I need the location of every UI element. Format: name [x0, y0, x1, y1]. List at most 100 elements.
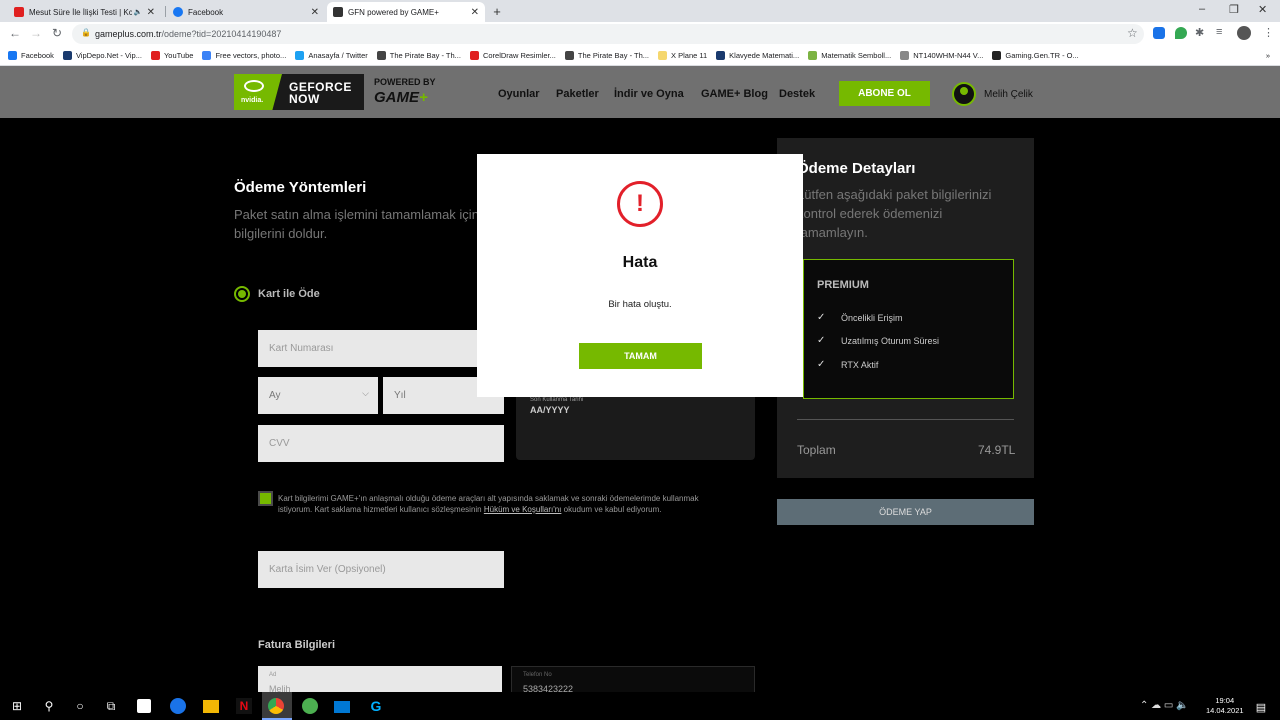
bookmark-item[interactable]: VipDepo.Net - Vip... [62, 51, 142, 60]
audio-icon[interactable]: 🔈 [134, 8, 143, 16]
cvv-input[interactable]: CVV [258, 425, 504, 462]
shield-extension-icon[interactable] [1175, 27, 1187, 39]
powered-by-text: POWERED BY [374, 77, 436, 87]
bookmark-item[interactable]: Gaming.Gen.TR - O... [992, 51, 1079, 60]
logo-now-text: NOW [289, 92, 320, 106]
file-explorer-icon[interactable] [203, 700, 219, 713]
bookmark-favicon-icon [716, 51, 726, 60]
bookmark-item[interactable]: Facebook [8, 51, 54, 60]
terms-link[interactable]: Hüküm ve Koşulları'nı [484, 505, 562, 514]
pay-button[interactable]: ÖDEME YAP [777, 499, 1034, 525]
card-name-input[interactable]: Karta İsim Ver (Opsiyonel) [258, 551, 504, 588]
edge-icon[interactable] [170, 698, 186, 714]
card-number-input[interactable]: Kart Numarası [258, 330, 504, 367]
menu-icon[interactable]: ⋮ [1263, 26, 1274, 39]
total-value: 74.9TL [978, 443, 1016, 457]
subscribe-button[interactable]: ABONE OL [839, 81, 930, 106]
payment-details-title: Ödeme Detayları [797, 160, 916, 177]
cvv-placeholder: CVV [269, 438, 290, 449]
month-placeholder: Ay [269, 390, 281, 401]
restore-button[interactable]: ❐ [1229, 3, 1239, 16]
logitech-icon[interactable]: G [367, 697, 385, 715]
forward-icon[interactable]: → [30, 26, 42, 40]
app-icon[interactable] [302, 698, 318, 714]
close-tab-icon[interactable]: ✕ [147, 7, 155, 18]
bookmarks-bar: Facebook VipDepo.Net - Vip... YouTube Free … [0, 46, 1280, 66]
bookmark-label: Gaming.Gen.TR - O... [1005, 51, 1079, 60]
close-tab-icon[interactable]: ✕ [471, 7, 479, 18]
bookmark-item[interactable]: X Plane 11 [658, 51, 707, 60]
bookmark-item[interactable]: Anasayfa / Twitter [295, 51, 368, 60]
reload-icon[interactable]: ↻ [52, 26, 62, 40]
system-tray[interactable]: ⌃ ☁ ▭ 🔈 [1140, 700, 1189, 711]
save-card-consent-text: Kart bilgilerimi GAME+'ın anlaşmalı oldu… [278, 493, 733, 515]
nvidia-eye-icon [244, 80, 264, 92]
bookmark-favicon-icon [469, 51, 479, 60]
close-window-button[interactable]: ✕ [1258, 3, 1267, 16]
cortana-icon[interactable]: ○ [71, 697, 89, 715]
bookmark-item[interactable]: YouTube [150, 51, 193, 60]
profile-avatar-icon[interactable] [1237, 26, 1251, 40]
bookmark-favicon-icon [150, 51, 160, 60]
bookmark-item[interactable]: The Pirate Bay - Th... [376, 51, 461, 60]
bookmark-favicon-icon [376, 51, 386, 60]
mail-icon[interactable] [334, 701, 350, 713]
ok-button[interactable]: TAMAM [579, 343, 702, 369]
search-icon[interactable]: ⚲ [40, 697, 58, 715]
browser-tab-1[interactable]: Mesut Süre İle İlişki Testi | Kc 🔈 ✕ [8, 2, 161, 22]
bookmark-item[interactable]: NT140WHM-N44 V... [900, 51, 983, 60]
card-payment-radio[interactable] [234, 286, 250, 302]
url-text[interactable]: gameplus.com.tr/odeme?tid=20210414190487 [95, 29, 281, 39]
bookmark-item[interactable]: CorelDraw Resimler... [469, 51, 556, 60]
youtube-icon [14, 7, 24, 17]
notifications-icon[interactable]: ▤ [1252, 698, 1270, 716]
close-tab-icon[interactable]: ✕ [311, 7, 319, 18]
game-text: GAME [374, 89, 419, 106]
expiry-value: AA/YYYY [530, 405, 570, 415]
chrome-icon[interactable] [268, 698, 284, 714]
username[interactable]: Melih Çelik [984, 89, 1033, 100]
more-bookmarks-icon[interactable]: » [1266, 51, 1270, 60]
nvidia-text: nvidia. [241, 97, 264, 104]
taskbar-clock[interactable]: 19:04 14.04.2021 [1206, 696, 1244, 716]
browser-tab-2[interactable]: Facebook ✕ [167, 2, 325, 22]
netflix-icon[interactable]: N [236, 698, 252, 714]
new-tab-button[interactable]: + [489, 4, 505, 20]
bookmark-item[interactable]: Matematik Semboll... [808, 51, 891, 60]
task-view-icon[interactable]: ⧉ [102, 697, 120, 715]
clock-date: 14.04.2021 [1206, 706, 1244, 715]
chevron-down-icon: ⌵ [362, 388, 369, 398]
divider [797, 419, 1014, 420]
nav-blog[interactable]: GAME+ Blog [701, 88, 768, 100]
reading-list-icon[interactable]: ≡ [1216, 26, 1222, 38]
game-plus-logo[interactable]: GAME+ [374, 89, 428, 106]
star-icon[interactable]: ☆ [1127, 26, 1138, 40]
month-select[interactable]: Ay ⌵ [258, 377, 378, 414]
nav-oyunlar[interactable]: Oyunlar [498, 88, 540, 100]
extension-icon[interactable] [1153, 27, 1165, 39]
minimize-button[interactable]: – [1199, 3, 1205, 15]
bookmark-item[interactable]: Klavyede Matemati... [716, 51, 799, 60]
browser-tab-3-active[interactable]: GFN powered by GAME+ ✕ [327, 2, 485, 22]
windows-taskbar [0, 692, 1280, 720]
bookmark-favicon-icon [900, 51, 910, 60]
save-card-checkbox[interactable] [258, 491, 273, 506]
back-icon[interactable]: ← [9, 26, 21, 40]
feature-label: Uzatılmış Oturum Süresi [841, 335, 940, 346]
bookmark-label: Free vectors, photo... [215, 51, 287, 60]
nav-paketler[interactable]: Paketler [556, 88, 599, 100]
bookmark-label: NT140WHM-N44 V... [913, 51, 984, 60]
start-icon[interactable]: ⊞ [8, 697, 26, 715]
nav-indir-ve-oyna[interactable]: İndir ve Oyna [614, 88, 684, 100]
bookmark-item[interactable]: Free vectors, photo... [202, 51, 286, 60]
puzzle-icon[interactable]: ✱ [1195, 26, 1204, 39]
bookmark-favicon-icon [658, 51, 668, 60]
feature-label: Öncelikli Erişim [841, 312, 903, 323]
store-icon[interactable] [137, 699, 151, 713]
user-avatar[interactable] [952, 82, 976, 106]
card-payment-label: Kart ile Öde [258, 288, 320, 300]
nav-destek[interactable]: Destek [779, 88, 815, 100]
bookmark-favicon-icon [564, 51, 574, 60]
billing-phone-label: Telefon No [523, 672, 552, 678]
bookmark-item[interactable]: The Pirate Bay - Th... [564, 51, 649, 60]
